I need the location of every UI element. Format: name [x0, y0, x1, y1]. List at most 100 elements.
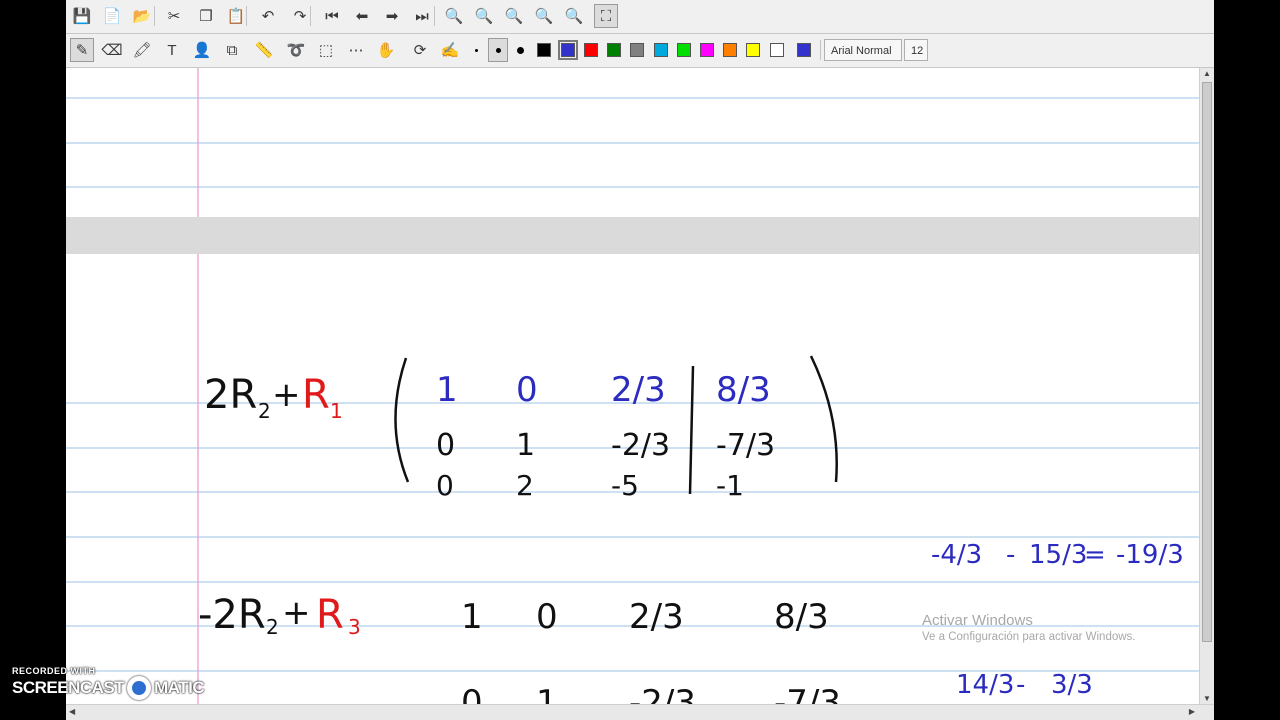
custom-color-button[interactable] [797, 43, 811, 57]
cut-icon[interactable]: ✂ [162, 4, 186, 28]
toolbar-separator [820, 40, 821, 60]
lasso-tool-icon[interactable]: ➰ [284, 38, 308, 62]
zoom-width-icon[interactable]: 🔍 [562, 4, 586, 28]
side-calc-2-term: - [1016, 670, 1025, 700]
color-swatch-ff8000[interactable] [723, 43, 737, 57]
open-folder-icon[interactable]: 📂 [130, 4, 154, 28]
journal-app-window: 💾 📄 📂 ✂ ❐ 📋 ↶ ↷ ⏮ ⬅ ➡ ⏭ 🔍 🔍 🔍 🔍 🔍 ⛶ ✎ ⌫ 🖍 T 👤 ⧉ 📏 ➰ ⬚ ⋯ ✋ ⟳ ✍ Arial No… [66, 0, 1214, 720]
shape-tool-icon[interactable]: ⧉ [220, 38, 244, 62]
matrix-2-cell-partial: 0 [461, 683, 483, 704]
rect-select-tool-icon[interactable]: ⬚ [314, 38, 338, 62]
previous-page-icon[interactable]: ⬅ [350, 4, 374, 28]
horizontal-scrollbar[interactable]: ◀ ▶ [66, 704, 1214, 720]
color-swatch-00dd00[interactable] [677, 43, 691, 57]
color-swatch-808080[interactable] [630, 43, 644, 57]
refresh-icon[interactable]: ⟳ [408, 38, 432, 62]
row-op-2-coefficient: -2R [198, 592, 266, 638]
vertical-space-tool-icon[interactable]: ⋯ [344, 38, 368, 62]
scroll-up-icon[interactable]: ▲ [1203, 69, 1211, 78]
color-swatch-000000[interactable] [537, 43, 551, 57]
side-calc-1-term: = [1084, 540, 1106, 570]
row-op-1-subscript: 2 [258, 399, 271, 423]
copy-icon[interactable]: ❐ [194, 4, 218, 28]
pen-size-medium-button[interactable] [488, 38, 508, 62]
color-swatch-ffffff[interactable] [770, 43, 784, 57]
row-op-2-target: R [316, 592, 344, 638]
toolbar-separator [434, 6, 435, 26]
row-op-2-subscript: 2 [266, 615, 279, 639]
font-size-field[interactable]: 12 [904, 39, 928, 61]
matrix-1-cell: 0 [436, 469, 454, 502]
scroll-left-icon[interactable]: ◀ [69, 707, 75, 716]
matrix-1-cell: -5 [611, 469, 639, 502]
matrix-1-cell: -2/3 [611, 428, 670, 463]
fullscreen-icon[interactable]: ⛶ [594, 4, 618, 28]
side-calc-1-term: -19/3 [1116, 540, 1184, 570]
scroll-down-icon[interactable]: ▼ [1203, 694, 1211, 703]
matrix-2-cell: 1 [461, 597, 483, 637]
notebook-page[interactable]: 2R 2 + R 1 1 0 2/3 8/3 0 1 -2/3 -7/3 0 2 -5 -1 -4/3-15/3 =… [66, 68, 1199, 704]
matrix-1-cell: 2 [516, 469, 534, 502]
color-swatch-3333cc[interactable] [558, 40, 578, 60]
pen-toolbar: ✎ ⌫ 🖍 T 👤 ⧉ 📏 ➰ ⬚ ⋯ ✋ ⟳ ✍ Arial Normal 12 [66, 34, 1214, 68]
pen-tool-icon[interactable]: ✎ [70, 38, 94, 62]
matrix-1-right-paren [809, 355, 838, 483]
side-calc-1-term: -4/3 [931, 540, 982, 570]
pen-size-thick-button[interactable] [510, 38, 530, 62]
screencast-watermark: RECORDED WITH SCREENCAST MATIC [12, 666, 205, 700]
color-swatch-008000[interactable] [607, 43, 621, 57]
toolbar-separator [246, 6, 247, 26]
zoom-fit-icon[interactable]: 🔍 [472, 4, 496, 28]
pen-size-fine-button[interactable] [466, 38, 486, 62]
side-calc-1-term: 15/3 [1029, 540, 1087, 570]
eraser-tool-icon[interactable]: ⌫ [100, 38, 124, 62]
color-swatch-ffff00[interactable] [746, 43, 760, 57]
row-op-2-plus: + [282, 593, 311, 633]
ruler-tool-icon[interactable]: 📏 [252, 38, 276, 62]
vertical-scrollbar[interactable]: ▲ ▼ [1199, 68, 1214, 704]
matrix-2-cell-partial: 1 [536, 683, 558, 704]
page-break-gap [66, 217, 1199, 254]
activation-title: Activar Windows [922, 612, 1033, 629]
ink-canvas[interactable]: 2R 2 + R 11 0 2/3 8/30 1 -2/3 -7/30 2 -5 -1-4/3-15/3=… [66, 68, 1199, 704]
brand-left: SCREENCAST [12, 678, 125, 697]
toolbar-separator [154, 6, 155, 26]
matrix-1-left-paren [394, 357, 410, 483]
side-calc-2-term: 3/3 [1051, 670, 1093, 700]
text-tool-icon[interactable]: T [160, 38, 184, 62]
matrix-2-cell: 8/3 [774, 597, 829, 637]
zoom-actual-icon[interactable]: 🔍 [532, 4, 556, 28]
zoom-out-icon[interactable]: 🔍 [442, 4, 466, 28]
screencast-brand: SCREENCAST MATIC [12, 676, 205, 700]
matrix-2-cell-partial: -2/3 [629, 683, 696, 704]
undo-icon[interactable]: ↶ [256, 4, 280, 28]
matrix-2-cell-partial: -7/3 [774, 683, 841, 704]
side-calc-1-term: - [1006, 540, 1015, 570]
row-op-1-plus: + [272, 375, 301, 415]
color-swatch-00aadd[interactable] [654, 43, 668, 57]
hand-tool-icon[interactable]: ✋ [374, 38, 398, 62]
row-op-1-target-subscript: 1 [330, 399, 343, 423]
color-swatch-ff00ff[interactable] [700, 43, 714, 57]
save-icon[interactable]: 💾 [70, 4, 94, 28]
new-page-icon[interactable]: 📄 [100, 4, 124, 28]
highlighter-tool-icon[interactable]: 🖍 [130, 38, 154, 62]
vertical-scroll-thumb[interactable] [1202, 82, 1212, 642]
first-page-icon[interactable]: ⏮ [320, 4, 344, 28]
paste-icon[interactable]: 📋 [224, 4, 248, 28]
matrix-1-cell: 0 [436, 428, 455, 463]
shape-recognizer-icon[interactable]: ✍ [438, 38, 462, 62]
scroll-right-icon[interactable]: ▶ [1189, 707, 1195, 716]
image-tool-icon[interactable]: 👤 [190, 38, 214, 62]
zoom-in-icon[interactable]: 🔍 [502, 4, 526, 28]
next-page-icon[interactable]: ➡ [380, 4, 404, 28]
color-swatch-ff0000[interactable] [584, 43, 598, 57]
screencast-logo-icon [127, 676, 152, 700]
matrix-1-cell: 1 [436, 370, 458, 410]
redo-icon[interactable]: ↷ [288, 4, 312, 28]
recorded-with-label: RECORDED WITH [12, 666, 96, 676]
toolbar-separator [310, 6, 311, 26]
matrix-1-cell: 0 [516, 370, 538, 410]
last-page-icon[interactable]: ⏭ [410, 4, 434, 28]
font-name-field[interactable]: Arial Normal [824, 39, 902, 61]
